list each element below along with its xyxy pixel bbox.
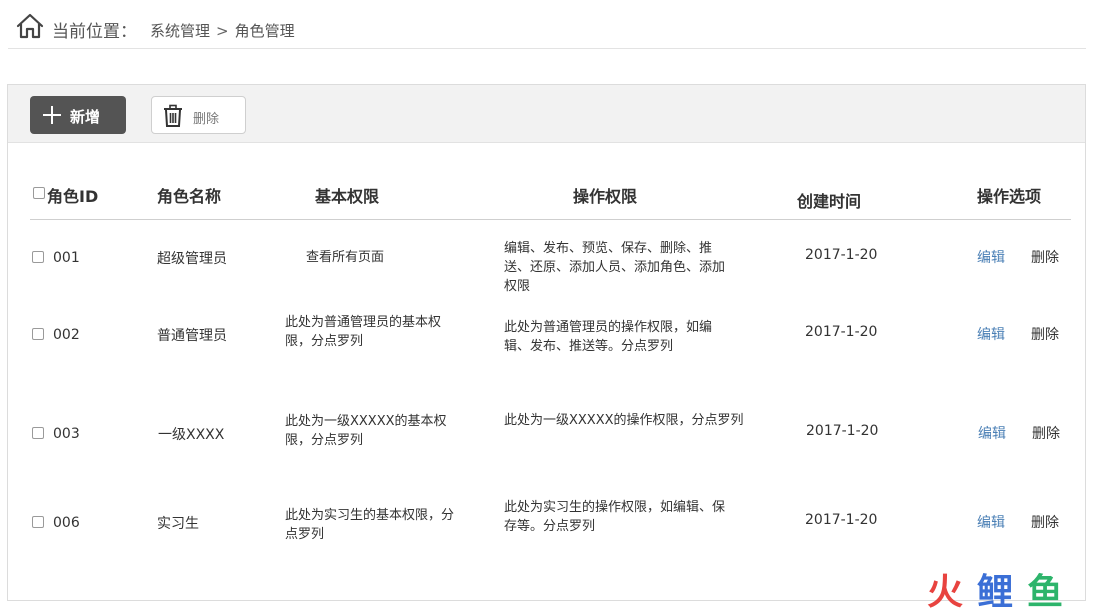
select-all-checkbox[interactable] (33, 187, 45, 199)
row-checkbox[interactable] (32, 427, 44, 439)
role-id: 003 (53, 426, 80, 442)
header-created-time: 创建时间 (797, 192, 862, 211)
created-time: 2017-1-20 (806, 423, 879, 439)
plus-icon (43, 106, 61, 124)
role-id: 002 (53, 327, 80, 343)
role-id: 006 (53, 515, 80, 531)
row-checkbox[interactable] (32, 251, 44, 263)
role-name: 一级XXXX (158, 427, 225, 443)
created-time: 2017-1-20 (805, 512, 878, 528)
role-name: 实习生 (157, 516, 199, 532)
header-actions: 操作选项 (977, 187, 1042, 206)
watermark-char-1: 火 (927, 572, 963, 612)
operation-permissions: 编辑、发布、预览、保存、删除、推送、还原、添加人员、添加角色、添加权限 (504, 241, 726, 294)
home-icon[interactable] (16, 13, 44, 39)
trash-icon (164, 104, 182, 127)
edit-link[interactable]: 编辑 (977, 324, 1005, 344)
operation-permissions: 此处为一级XXXXX的操作权限，分点罗列 (504, 413, 744, 428)
delete-button-label: 删除 (193, 112, 220, 127)
breadcrumb-parent[interactable]: 系统管理 (150, 22, 210, 40)
role-name: 超级管理员 (157, 251, 227, 267)
row-checkbox[interactable] (32, 516, 44, 528)
watermark-char-2: 鲤 (977, 572, 1013, 612)
operation-permissions: 此处为普通管理员的操作权限，如编辑、发布、推送等。分点罗列 (504, 320, 713, 354)
header-role-name: 角色名称 (157, 187, 222, 206)
created-time: 2017-1-20 (805, 324, 878, 340)
delete-link[interactable]: 删除 (1031, 324, 1059, 344)
add-button[interactable]: 新增 (30, 96, 126, 134)
delete-button[interactable]: 删除 (151, 96, 246, 134)
basic-permissions: 查看所有页面 (306, 250, 385, 265)
row-checkbox[interactable] (32, 328, 44, 340)
edit-link[interactable]: 编辑 (977, 247, 1005, 267)
basic-permissions: 此处为普通管理员的基本权限，分点罗列 (285, 315, 442, 349)
watermark-char-3: 鱼 (1027, 572, 1063, 612)
toolbar: 新增 删除 (8, 85, 1085, 143)
header-basic-permissions: 基本权限 (315, 187, 380, 206)
breadcrumb-current: 角色管理 (234, 22, 295, 40)
role-id: 001 (53, 250, 80, 266)
edit-link[interactable]: 编辑 (977, 512, 1005, 532)
watermark-logo: 火 鲤 鱼 (927, 572, 1063, 612)
breadcrumb-label: 当前位置： (52, 22, 137, 42)
role-panel: 新增 删除 角色ID 角色名称 基本权限 操作权限 创建时间 操作选项 001 … (7, 84, 1086, 601)
delete-link[interactable]: 删除 (1031, 512, 1059, 532)
delete-link[interactable]: 删除 (1031, 247, 1059, 267)
breadcrumb-path: 系统管理 > 角色管理 (150, 20, 295, 41)
delete-link[interactable]: 删除 (1032, 423, 1060, 443)
operation-permissions: 此处为实习生的操作权限，如编辑、保存等。分点罗列 (504, 500, 726, 534)
header-role-id: 角色ID (47, 187, 99, 206)
basic-permissions: 此处为实习生的基本权限，分点罗列 (285, 508, 455, 542)
header-operation-permissions: 操作权限 (573, 187, 638, 206)
add-button-label: 新增 (70, 108, 101, 126)
edit-link[interactable]: 编辑 (978, 423, 1006, 443)
breadcrumb: 当前位置： 系统管理 > 角色管理 (8, 0, 1086, 49)
breadcrumb-separator: > (216, 22, 229, 40)
basic-permissions: 此处为一级XXXXX的基本权限，分点罗列 (285, 414, 447, 448)
role-name: 普通管理员 (157, 328, 227, 344)
header-divider (30, 219, 1071, 220)
created-time: 2017-1-20 (805, 247, 878, 263)
